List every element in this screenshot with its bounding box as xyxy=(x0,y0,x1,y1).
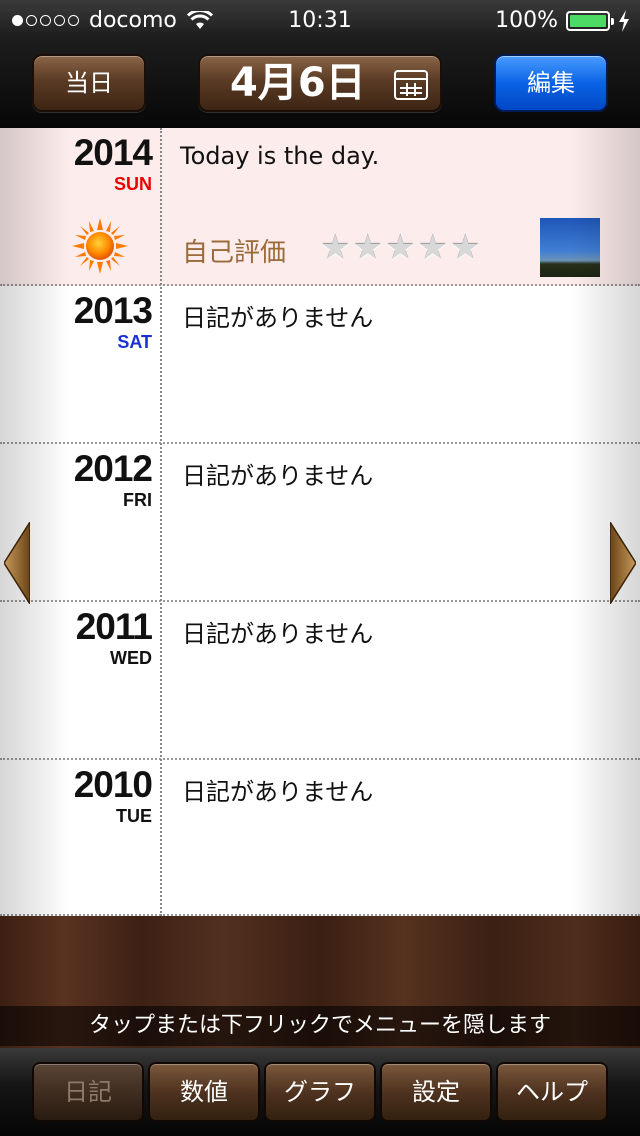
star-icon[interactable]: ★ xyxy=(417,228,447,268)
star-icon[interactable]: ★ xyxy=(352,228,382,268)
battery-icon xyxy=(566,10,614,31)
entry-weekday: SAT xyxy=(117,332,152,352)
tab-values[interactable]: 数値 xyxy=(148,1062,260,1122)
entry-weekday: TUE xyxy=(116,806,152,826)
calendar-icon xyxy=(394,70,428,100)
entry-text: Today is the day. xyxy=(180,142,380,170)
sunny-icon xyxy=(72,218,128,274)
star-icon[interactable]: ★ xyxy=(385,228,415,268)
battery-percent: 100% xyxy=(495,8,558,33)
edit-button[interactable]: 編集 xyxy=(494,54,608,112)
today-button[interactable]: 当日 xyxy=(32,54,146,112)
status-bar: docomo 10:31 100% xyxy=(0,0,640,40)
star-icon[interactable]: ★ xyxy=(320,228,350,268)
tab-help[interactable]: ヘルプ xyxy=(496,1062,608,1122)
tab-bar: 日記 数値 グラフ 設定 ヘルプ xyxy=(0,1048,640,1136)
diary-list: 2014 SUN Today is the day. 自己評価 ★ ★ ★ ★ … xyxy=(0,128,640,916)
diary-entry-2013[interactable]: 2013 SAT 日記がありません xyxy=(0,286,640,444)
date-picker-button[interactable]: 4月6日 xyxy=(198,54,442,112)
next-day-arrow-icon[interactable] xyxy=(610,522,636,604)
menu-hint[interactable]: タップまたは下フリックでメニューを隠します xyxy=(0,1006,640,1046)
entry-text: 日記がありません xyxy=(182,620,374,648)
photo-thumbnail[interactable] xyxy=(540,218,600,277)
star-icon[interactable]: ★ xyxy=(450,228,480,268)
entry-text: 日記がありません xyxy=(182,462,374,490)
column-divider xyxy=(160,128,162,916)
entry-year: 2012 xyxy=(73,448,153,489)
charging-bolt-icon xyxy=(619,9,629,32)
entry-year: 2011 xyxy=(75,606,153,647)
rating-stars[interactable]: ★ ★ ★ ★ ★ xyxy=(320,228,480,268)
top-bar: docomo 10:31 100% 当日 4月6日 編集 xyxy=(0,0,640,128)
tab-settings[interactable]: 設定 xyxy=(380,1062,492,1122)
entry-weekday: WED xyxy=(110,648,152,668)
entry-weekday: SUN xyxy=(113,174,152,194)
entry-year: 2013 xyxy=(73,290,153,331)
diary-entry-2011[interactable]: 2011 WED 日記がありません xyxy=(0,602,640,760)
tab-diary[interactable]: 日記 xyxy=(32,1062,144,1122)
self-evaluation-label: 自己評価 xyxy=(182,238,287,268)
diary-entry-2014[interactable]: 2014 SUN Today is the day. 自己評価 ★ ★ ★ ★ … xyxy=(0,128,640,286)
entry-year: 2010 xyxy=(73,764,153,805)
entry-text: 日記がありません xyxy=(182,778,374,806)
entry-weekday: FRI xyxy=(123,490,152,510)
previous-day-arrow-icon[interactable] xyxy=(4,522,30,604)
tab-graph[interactable]: グラフ xyxy=(264,1062,376,1122)
diary-entry-2010[interactable]: 2010 TUE 日記がありません xyxy=(0,760,640,916)
diary-entry-2012[interactable]: 2012 FRI 日記がありません xyxy=(0,444,640,602)
current-date: 4月6日 xyxy=(230,60,366,106)
entry-text: 日記がありません xyxy=(182,304,374,332)
entry-year: 2014 xyxy=(73,132,153,173)
